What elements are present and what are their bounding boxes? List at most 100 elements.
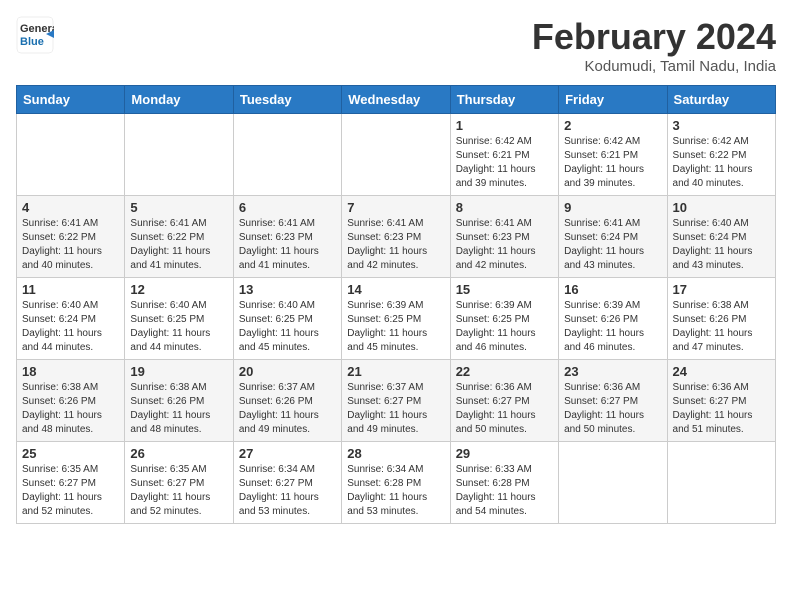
weekday-header-wednesday: Wednesday — [342, 86, 450, 114]
day-number: 15 — [456, 282, 553, 297]
calendar-cell: 24 Sunrise: 6:36 AM Sunset: 6:27 PM Dayli… — [667, 360, 775, 442]
day-number: 23 — [564, 364, 661, 379]
day-number: 6 — [239, 200, 336, 215]
location-subtitle: Kodumudi, Tamil Nadu, India — [532, 58, 776, 75]
logo-icon: General Blue — [16, 16, 54, 54]
weekday-header-friday: Friday — [559, 86, 667, 114]
day-number: 20 — [239, 364, 336, 379]
day-number: 14 — [347, 282, 444, 297]
calendar-cell: 25Sunrise: 6:35 AM Sunset: 6:27 PM Dayli… — [17, 442, 125, 524]
day-info: Sunrise: 6:42 AM Sunset: 6:21 PM Dayligh… — [564, 135, 661, 191]
calendar-cell: 4 Sunrise: 6:41 AM Sunset: 6:22 PM Daylig… — [17, 196, 125, 278]
calendar-cell: 26 Sunrise: 6:35 AM Sunset: 6:27 PM Dayli… — [125, 442, 233, 524]
day-info: Sunrise: 6:36 AM Sunset: 6:27 PM Dayligh… — [673, 381, 770, 437]
title-area: February 2024 Kodumudi, Tamil Nadu, Indi… — [532, 16, 776, 75]
day-number: 5 — [130, 200, 227, 215]
day-info: Sunrise: 6:41 AM Sunset: 6:24 PM Dayligh… — [564, 217, 661, 273]
day-number: 27 — [239, 446, 336, 461]
day-number: 29 — [456, 446, 553, 461]
day-number: 1 — [456, 118, 553, 133]
logo: General Blue — [16, 16, 54, 54]
day-info: Sunrise: 6:39 AM Sunset: 6:26 PM Dayligh… — [564, 299, 661, 355]
weekday-header-saturday: Saturday — [667, 86, 775, 114]
calendar-cell — [233, 114, 341, 196]
page-header: General Blue February 2024 Kodumudi, Tam… — [16, 16, 776, 75]
calendar-cell: 14 Sunrise: 6:39 AM Sunset: 6:25 PM Dayli… — [342, 278, 450, 360]
day-info: Sunrise: 6:35 AM Sunset: 6:27 PM Dayligh… — [22, 463, 119, 519]
day-info: Sunrise: 6:38 AM Sunset: 6:26 PM Dayligh… — [22, 381, 119, 437]
weekday-header-monday: Monday — [125, 86, 233, 114]
calendar-cell: 5 Sunrise: 6:41 AM Sunset: 6:22 PM Daylig… — [125, 196, 233, 278]
day-info: Sunrise: 6:34 AM Sunset: 6:28 PM Dayligh… — [347, 463, 444, 519]
month-title: February 2024 — [532, 16, 776, 58]
calendar-cell — [342, 114, 450, 196]
day-info: Sunrise: 6:41 AM Sunset: 6:22 PM Dayligh… — [22, 217, 119, 273]
calendar-cell: 18 Sunrise: 6:38 AM Sunset: 6:26 PM Dayli… — [17, 360, 125, 442]
calendar-table: SundayMondayTuesdayWednesdayThursdayFrid… — [16, 85, 776, 524]
day-number: 19 — [130, 364, 227, 379]
calendar-cell: 23 Sunrise: 6:36 AM Sunset: 6:27 PM Dayli… — [559, 360, 667, 442]
day-number: 7 — [347, 200, 444, 215]
calendar-cell: 28 Sunrise: 6:34 AM Sunset: 6:28 PM Dayli… — [342, 442, 450, 524]
calendar-cell — [125, 114, 233, 196]
calendar-cell: 21 Sunrise: 6:37 AM Sunset: 6:27 PM Dayli… — [342, 360, 450, 442]
calendar-cell: 3Sunrise: 6:42 AM Sunset: 6:22 PM Daylig… — [667, 114, 775, 196]
day-info: Sunrise: 6:40 AM Sunset: 6:24 PM Dayligh… — [673, 217, 770, 273]
day-number: 9 — [564, 200, 661, 215]
svg-text:Blue: Blue — [20, 36, 44, 48]
weekday-header-tuesday: Tuesday — [233, 86, 341, 114]
day-info: Sunrise: 6:38 AM Sunset: 6:26 PM Dayligh… — [130, 381, 227, 437]
calendar-cell: 15 Sunrise: 6:39 AM Sunset: 6:25 PM Dayli… — [450, 278, 558, 360]
day-info: Sunrise: 6:36 AM Sunset: 6:27 PM Dayligh… — [564, 381, 661, 437]
day-number: 24 — [673, 364, 770, 379]
calendar-cell — [17, 114, 125, 196]
day-number: 26 — [130, 446, 227, 461]
day-number: 11 — [22, 282, 119, 297]
day-info: Sunrise: 6:42 AM Sunset: 6:22 PM Dayligh… — [673, 135, 770, 191]
day-number: 2 — [564, 118, 661, 133]
calendar-cell: 9 Sunrise: 6:41 AM Sunset: 6:24 PM Daylig… — [559, 196, 667, 278]
calendar-cell: 6 Sunrise: 6:41 AM Sunset: 6:23 PM Daylig… — [233, 196, 341, 278]
weekday-header-sunday: Sunday — [17, 86, 125, 114]
day-number: 21 — [347, 364, 444, 379]
day-info: Sunrise: 6:41 AM Sunset: 6:23 PM Dayligh… — [456, 217, 553, 273]
calendar-cell: 16 Sunrise: 6:39 AM Sunset: 6:26 PM Dayli… — [559, 278, 667, 360]
calendar-cell: 12 Sunrise: 6:40 AM Sunset: 6:25 PM Dayli… — [125, 278, 233, 360]
calendar-cell — [559, 442, 667, 524]
day-number: 8 — [456, 200, 553, 215]
day-info: Sunrise: 6:42 AM Sunset: 6:21 PM Dayligh… — [456, 135, 553, 191]
day-info: Sunrise: 6:38 AM Sunset: 6:26 PM Dayligh… — [673, 299, 770, 355]
calendar-cell: 27 Sunrise: 6:34 AM Sunset: 6:27 PM Dayli… — [233, 442, 341, 524]
calendar-cell: 1 Sunrise: 6:42 AM Sunset: 6:21 PM Daylig… — [450, 114, 558, 196]
day-info: Sunrise: 6:40 AM Sunset: 6:25 PM Dayligh… — [239, 299, 336, 355]
day-number: 22 — [456, 364, 553, 379]
calendar-cell — [667, 442, 775, 524]
day-info: Sunrise: 6:35 AM Sunset: 6:27 PM Dayligh… — [130, 463, 227, 519]
day-number: 4 — [22, 200, 119, 215]
weekday-header-thursday: Thursday — [450, 86, 558, 114]
day-info: Sunrise: 6:36 AM Sunset: 6:27 PM Dayligh… — [456, 381, 553, 437]
calendar-cell: 22 Sunrise: 6:36 AM Sunset: 6:27 PM Dayli… — [450, 360, 558, 442]
calendar-cell: 17Sunrise: 6:38 AM Sunset: 6:26 PM Dayli… — [667, 278, 775, 360]
day-info: Sunrise: 6:34 AM Sunset: 6:27 PM Dayligh… — [239, 463, 336, 519]
calendar-cell: 29 Sunrise: 6:33 AM Sunset: 6:28 PM Dayli… — [450, 442, 558, 524]
day-info: Sunrise: 6:40 AM Sunset: 6:25 PM Dayligh… — [130, 299, 227, 355]
calendar-cell: 19 Sunrise: 6:38 AM Sunset: 6:26 PM Dayli… — [125, 360, 233, 442]
day-info: Sunrise: 6:40 AM Sunset: 6:24 PM Dayligh… — [22, 299, 119, 355]
calendar-cell: 11 Sunrise: 6:40 AM Sunset: 6:24 PM Dayli… — [17, 278, 125, 360]
day-info: Sunrise: 6:41 AM Sunset: 6:22 PM Dayligh… — [130, 217, 227, 273]
day-info: Sunrise: 6:41 AM Sunset: 6:23 PM Dayligh… — [347, 217, 444, 273]
day-info: Sunrise: 6:33 AM Sunset: 6:28 PM Dayligh… — [456, 463, 553, 519]
calendar-cell: 2 Sunrise: 6:42 AM Sunset: 6:21 PM Daylig… — [559, 114, 667, 196]
day-number: 12 — [130, 282, 227, 297]
day-info: Sunrise: 6:39 AM Sunset: 6:25 PM Dayligh… — [347, 299, 444, 355]
day-info: Sunrise: 6:37 AM Sunset: 6:27 PM Dayligh… — [347, 381, 444, 437]
day-info: Sunrise: 6:39 AM Sunset: 6:25 PM Dayligh… — [456, 299, 553, 355]
day-number: 10 — [673, 200, 770, 215]
day-number: 16 — [564, 282, 661, 297]
day-number: 18 — [22, 364, 119, 379]
day-info: Sunrise: 6:37 AM Sunset: 6:26 PM Dayligh… — [239, 381, 336, 437]
day-number: 28 — [347, 446, 444, 461]
calendar-cell: 20 Sunrise: 6:37 AM Sunset: 6:26 PM Dayli… — [233, 360, 341, 442]
day-info: Sunrise: 6:41 AM Sunset: 6:23 PM Dayligh… — [239, 217, 336, 273]
